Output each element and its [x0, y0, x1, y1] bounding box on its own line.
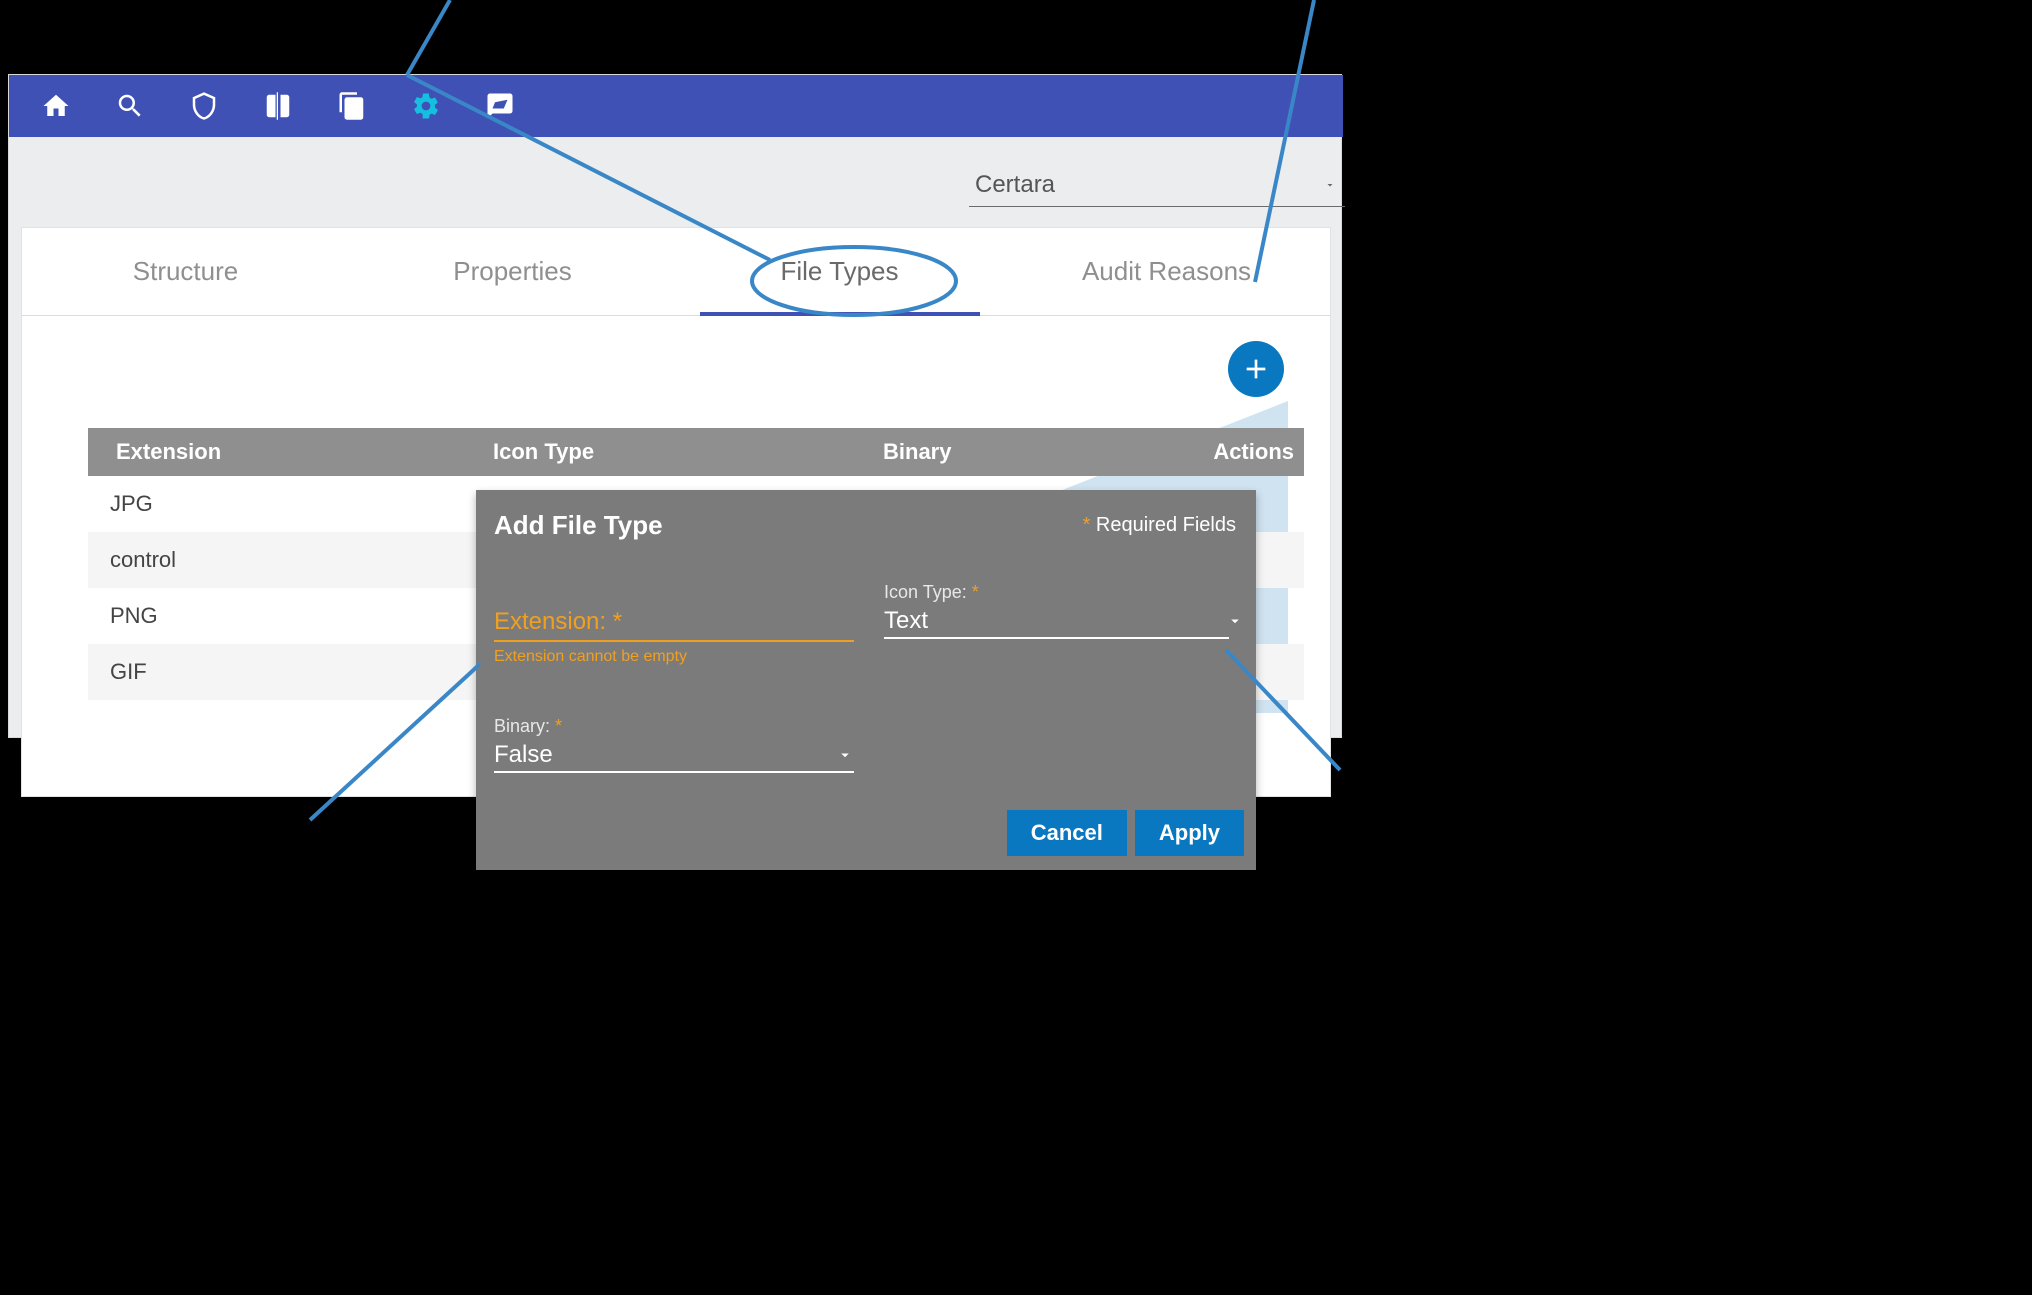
th-extension: Extension [88, 439, 493, 465]
extension-label: Extension: * [494, 608, 854, 636]
apply-button[interactable]: Apply [1135, 810, 1244, 856]
required-fields-label: * Required Fields [1083, 514, 1236, 537]
chevron-down-icon [1226, 612, 1244, 630]
table-header: Extension Icon Type Binary Actions [88, 428, 1304, 476]
dialog-buttons: Cancel Apply [1007, 810, 1244, 856]
cell-extension: GIF [88, 659, 493, 685]
organization-select[interactable]: Certara [969, 167, 1345, 207]
tab-audit-reasons[interactable]: Audit Reasons [1003, 228, 1330, 315]
cell-extension: control [88, 547, 493, 573]
extension-field[interactable]: Extension: * Extension cannot be empty [494, 608, 854, 666]
tab-bar: Structure Properties File Types Audit Re… [22, 228, 1330, 316]
th-icon-type: Icon Type [493, 439, 883, 465]
binary-field[interactable]: Binary: * False [494, 716, 854, 773]
tab-properties[interactable]: Properties [349, 228, 676, 315]
add-file-type-button[interactable] [1228, 341, 1284, 397]
compare-icon[interactable] [241, 75, 315, 137]
chevron-down-icon [1321, 179, 1339, 191]
gear-icon[interactable] [389, 75, 463, 137]
shield-icon[interactable] [167, 75, 241, 137]
organization-name: Certara [975, 171, 1055, 199]
copy-icon[interactable] [315, 75, 389, 137]
binary-value: False [494, 741, 553, 769]
cancel-button[interactable]: Cancel [1007, 810, 1127, 856]
add-file-type-dialog: Add File Type * Required Fields Extensio… [476, 490, 1256, 870]
dialog-title: Add File Type [494, 510, 663, 541]
binary-label: Binary: * [494, 716, 854, 737]
search-icon[interactable] [93, 75, 167, 137]
icon-type-value: Text [884, 607, 928, 635]
extension-error: Extension cannot be empty [494, 648, 854, 666]
cell-extension: JPG [88, 491, 493, 517]
chevron-down-icon [836, 746, 854, 764]
tab-file-types[interactable]: File Types [676, 228, 1003, 315]
feedback-icon[interactable] [463, 75, 537, 137]
tab-structure[interactable]: Structure [22, 228, 349, 315]
icon-type-field[interactable]: Icon Type: * Text [884, 582, 1244, 639]
th-actions: Actions [1183, 439, 1304, 465]
cell-extension: PNG [88, 603, 493, 629]
th-binary: Binary [883, 439, 1183, 465]
nav-bar [9, 75, 1343, 137]
home-icon[interactable] [19, 75, 93, 137]
icon-type-label: Icon Type: * [884, 582, 1244, 603]
